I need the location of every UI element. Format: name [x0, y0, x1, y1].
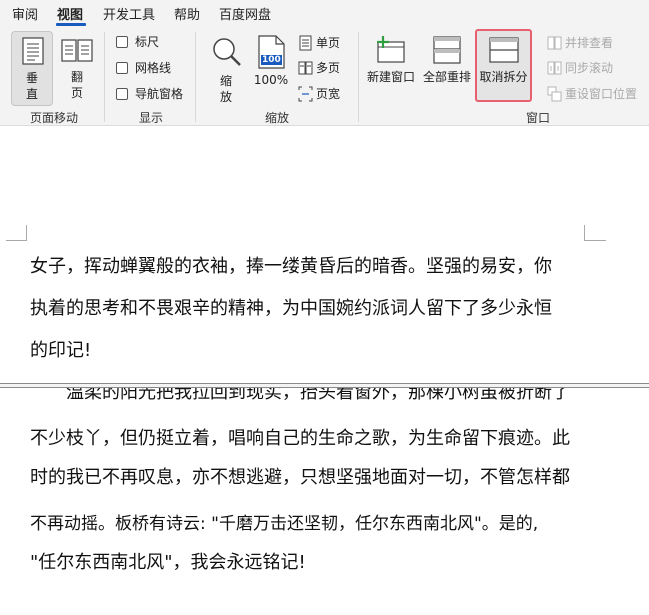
document-line: 时的我已不再叹息，亦不想逃避，只想坚强地面对一切，不管怎样都: [30, 467, 570, 488]
new-window-button[interactable]: 新建窗口: [364, 31, 418, 91]
gridlines-checkbox-box: [116, 62, 128, 74]
document-top-pane[interactable]: 女子，挥动蝉翼般的衣袖，捧一缕黄昏后的暗香。坚强的易安，你 执着的思考和不畏艰辛…: [0, 127, 649, 383]
document-bottom-pane[interactable]: 温柔的阳光把我拉回到现实，抬头看窗外，那棵小树虽被折断了 不少枝丫，但仍挺立着，…: [0, 388, 649, 615]
ribbon-tab-bar: 审阅 视图 开发工具 帮助 百度网盘: [0, 0, 649, 26]
reset-window-position-button[interactable]: 重设窗口位置: [547, 85, 647, 103]
single-page-button[interactable]: 单页: [298, 34, 348, 52]
group-label-zoom: 缩放: [264, 111, 289, 125]
zoom-label-1: 缩: [219, 74, 232, 88]
gridlines-checkbox-label: 网格线: [135, 61, 172, 75]
nav-pane-checkbox-label: 导航窗格: [135, 87, 184, 101]
reset-window-position-icon: [547, 86, 562, 102]
zoom-button[interactable]: 缩 放: [205, 31, 247, 106]
crop-mark-right: [584, 225, 606, 241]
zoom-100-button[interactable]: 100 100%: [250, 31, 292, 106]
multi-page-label: 多页: [316, 61, 341, 75]
document-line: 不再动摇。板桥有诗云: "千磨万击还坚韧，任尔东西南北风"。是的,: [30, 514, 539, 534]
zoom-100-label: 100%: [253, 73, 289, 87]
side-by-side-button[interactable]: 并排查看: [547, 34, 637, 52]
reset-window-position-label: 重设窗口位置: [565, 87, 638, 101]
multi-page-icon: [298, 61, 313, 75]
tab-view[interactable]: 视图: [57, 4, 83, 23]
group-label-page-movement: 页面移动: [29, 111, 78, 125]
ruler-checkbox[interactable]: 标尺: [116, 34, 176, 50]
group-separator: [104, 32, 105, 122]
document-line: 的印记!: [30, 340, 92, 361]
side-by-side-icon: [547, 36, 562, 50]
tab-help[interactable]: 帮助: [174, 4, 200, 23]
document-line: 温柔的阳光把我拉回到现实，抬头看窗外，那棵小树虽被折断了: [30, 388, 570, 403]
tab-review[interactable]: 审阅: [12, 4, 38, 23]
remove-split-button[interactable]: 取消拆分: [475, 29, 532, 102]
vertical-label-1: 垂: [25, 71, 38, 85]
single-page-label: 单页: [316, 36, 341, 50]
vertical-button[interactable]: 垂 直: [11, 31, 53, 106]
flip-page-icon: [61, 39, 93, 62]
group-label-window: 窗口: [525, 111, 550, 125]
flip-label-2: 页: [70, 86, 83, 100]
flip-label-1: 翻: [70, 70, 83, 84]
flip-page-button[interactable]: 翻 页: [58, 31, 96, 106]
sync-scroll-label: 同步滚动: [565, 61, 614, 75]
multi-page-button[interactable]: 多页: [298, 59, 348, 77]
group-separator: [195, 32, 196, 122]
arrange-all-icon: [433, 36, 461, 64]
page-width-label: 页宽: [316, 87, 341, 101]
hundred-icon-text: 100: [262, 55, 281, 65]
document-line: "任尔东西南北风"，我会永远铭记!: [30, 552, 306, 573]
page-width-icon: [298, 86, 313, 102]
vertical-label-2: 直: [25, 87, 38, 101]
group-label-show: 显示: [138, 111, 163, 125]
remove-split-label: 取消拆分: [479, 70, 528, 84]
single-page-icon: [299, 35, 312, 51]
group-separator: [358, 32, 359, 122]
nav-pane-checkbox-box: [116, 88, 128, 100]
nav-pane-checkbox[interactable]: 导航窗格: [116, 86, 196, 102]
document-line: 女子，挥动蝉翼般的衣袖，捧一缕黄昏后的暗香。坚强的易安，你: [30, 256, 552, 277]
sync-scroll-icon: [547, 61, 562, 75]
sync-scroll-button[interactable]: 同步滚动: [547, 59, 637, 77]
new-window-icon: [377, 36, 405, 63]
zoom-label-2: 放: [219, 90, 232, 104]
page-width-button[interactable]: 页宽: [298, 85, 348, 103]
document-line: 执着的思考和不畏艰辛的精神，为中国婉约派词人留下了多少永恒: [30, 298, 552, 319]
document-area: 女子，挥动蝉翼般的衣袖，捧一缕黄昏后的暗香。坚强的易安，你 执着的思考和不畏艰辛…: [0, 127, 649, 615]
arrange-all-button[interactable]: 全部重排: [420, 31, 474, 91]
document-line: 不少枝丫，但仍挺立着，唱响自己的生命之歌，为生命留下痕迹。此: [30, 428, 570, 449]
ribbon-panel: 垂 直 翻 页 页面移动 标尺 网格线 导航窗格 显示 缩 放 100 100%…: [0, 26, 649, 126]
ruler-checkbox-label: 标尺: [135, 35, 160, 49]
remove-split-icon: [489, 37, 519, 63]
tab-developer[interactable]: 开发工具: [103, 4, 155, 23]
gridlines-checkbox[interactable]: 网格线: [116, 60, 186, 76]
magnifier-icon: [213, 38, 241, 66]
tab-baidu-netdisk[interactable]: 百度网盘: [219, 4, 271, 23]
crop-mark-left: [6, 225, 27, 241]
side-by-side-label: 并排查看: [565, 36, 614, 50]
arrange-all-label: 全部重排: [422, 70, 471, 84]
ruler-checkbox-box: [116, 36, 128, 48]
vertical-page-icon: [22, 37, 44, 65]
new-window-label: 新建窗口: [366, 70, 415, 84]
